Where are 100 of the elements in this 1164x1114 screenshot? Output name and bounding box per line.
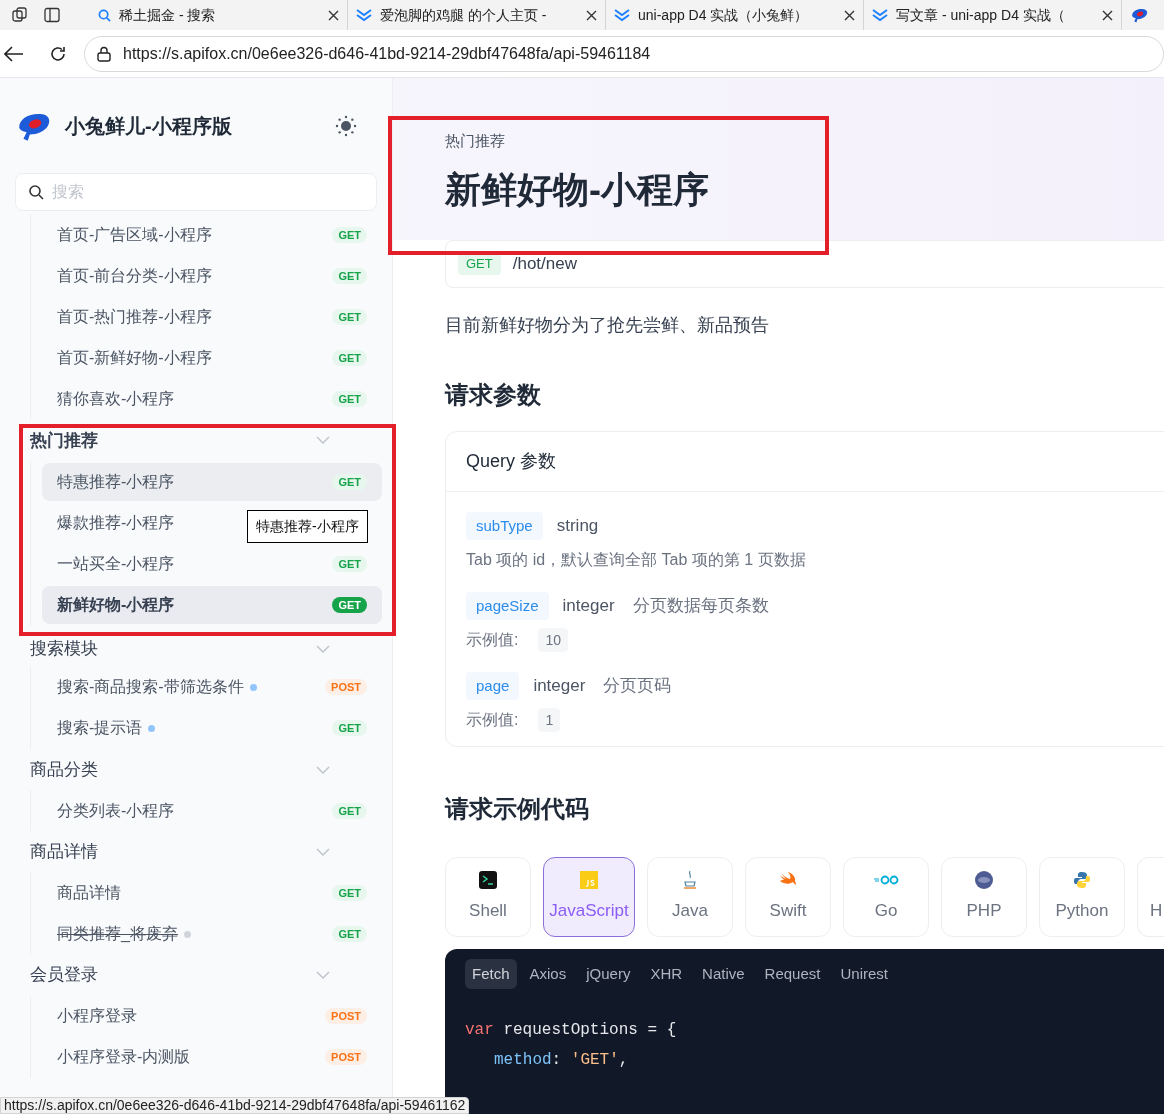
card-title: Query 参数 — [446, 432, 1164, 492]
sidebar-item[interactable]: 首页-热门推荐-小程序 — [57, 304, 212, 329]
group-label: 商品详情 — [30, 841, 98, 863]
sidebar-group[interactable]: 会员登录 — [0, 954, 392, 996]
js-logo-icon — [580, 871, 598, 890]
coffee-cup-icon — [682, 870, 698, 891]
sidebar-item[interactable]: 一站买全-小程序 — [57, 551, 175, 576]
method-badge: GET — [332, 308, 367, 325]
chevrons-logo-icon — [614, 8, 630, 22]
sidebar-group[interactable]: 商品分类 — [0, 749, 392, 791]
language-tab[interactable]: Shell — [445, 857, 531, 937]
close-icon[interactable] — [586, 9, 597, 21]
param-name: subType — [466, 512, 543, 540]
workspaces-icon[interactable] — [12, 7, 28, 23]
code-tab[interactable]: XHR — [643, 959, 690, 989]
sidebar-group[interactable]: 搜索模块 — [0, 625, 392, 667]
sun-icon[interactable] — [335, 114, 357, 137]
param-summary: 分页数据每页条数 — [632, 595, 769, 618]
param-description: Tab 项的 id，默认查询全部 Tab 项的第 1 页数据 — [466, 550, 807, 570]
close-icon[interactable] — [844, 9, 855, 21]
language-tab[interactable]: H — [1137, 857, 1164, 937]
example-value: 1 — [538, 708, 561, 732]
terminal-icon — [479, 871, 497, 890]
browser-tab[interactable]: 写文章 - uni-app D4 实战（ — [864, 0, 1122, 30]
tooltip: 特惠推荐-小程序 — [247, 510, 368, 543]
search-icon — [98, 8, 111, 22]
method-badge: GET — [332, 555, 367, 572]
back-arrow-icon[interactable] — [4, 45, 24, 62]
browser-tab[interactable]: uni-app D4 实战（小兔鲜） — [606, 0, 864, 30]
breadcrumb: 热门推荐 — [445, 131, 506, 151]
status-url: https://s.apifox.cn/0e6ee326-d646-41bd-9214-29dbf47648fa/api-59461162 — [0, 1097, 470, 1114]
code-tab[interactable]: Axios — [522, 959, 574, 989]
lock-icon — [97, 45, 111, 62]
tab-title: 写文章 - uni-app D4 实战（ — [896, 5, 1066, 25]
language-tab[interactable]: Swift — [745, 857, 831, 937]
project-title: 小兔鲜儿-小程序版 — [65, 113, 232, 139]
language-tab[interactable]: JavaScript — [543, 857, 635, 937]
address-bar[interactable]: https://s.apifox.cn/0e6ee326-d646-41bd-9214-29dbf47648fa/api-59461184 — [84, 35, 1164, 72]
sidebar-item[interactable]: 搜索-商品搜索-带筛选条件 — [57, 675, 244, 700]
search-field[interactable]: 搜索 — [15, 173, 377, 211]
browser-tab[interactable]: 稀土掘金 - 搜索 — [90, 0, 348, 30]
item-label: 新鲜好物-小程序 — [57, 595, 175, 616]
sidebar-item[interactable]: 首页-广告区域-小程序 — [57, 222, 212, 247]
group-label: 会员登录 — [30, 964, 98, 987]
method-badge: POST — [325, 679, 367, 696]
browser-tab[interactable]: 爱泡脚的鸡腿 的个人主页 - — [348, 0, 606, 30]
sidebar-item[interactable]: 商品详情 — [57, 880, 121, 905]
chevrons-logo-icon — [356, 8, 372, 22]
code-line: method: 'GET', — [493, 1050, 630, 1071]
search-input[interactable]: 搜索 — [52, 180, 364, 204]
language-tab[interactable]: Python — [1039, 857, 1125, 937]
method-badge: GET — [332, 473, 367, 490]
language-tab[interactable]: PHP — [941, 857, 1027, 937]
sidebar-item[interactable]: 首页-新鲜好物-小程序 — [57, 346, 212, 371]
method-badge: GET — [332, 884, 367, 901]
method-badge: GET — [332, 926, 367, 943]
tab-title: uni-app D4 实战（小兔鲜） — [638, 5, 810, 25]
url-text: https://s.apifox.cn/0e6ee326-d646-41bd-9214-29dbf47648fa/api-59461184 — [123, 43, 651, 64]
item-label: 特惠推荐-小程序 — [57, 471, 175, 492]
page-title: 新鲜好物-小程序 — [445, 167, 710, 212]
sidebar-item[interactable]: 同类推荐_将废弃 — [57, 922, 178, 947]
sidebar-group[interactable]: 热门推荐 — [0, 419, 392, 461]
param-summary: 分页页码 — [603, 675, 672, 698]
group-label: 热门推荐 — [30, 429, 98, 452]
code-tab[interactable]: Request — [757, 959, 828, 989]
sidebar-item[interactable]: 搜索-提示语 — [57, 716, 143, 741]
method-badge: POST — [325, 1049, 367, 1066]
method-badge: GET — [332, 267, 367, 284]
tab-title: 稀土掘金 - 搜索 — [119, 5, 217, 25]
language-tab[interactable]: Java — [647, 857, 733, 937]
sidebar-item[interactable]: 新鲜好物-小程序 GET — [42, 586, 382, 625]
code-tab[interactable]: jQuery — [579, 959, 638, 989]
example-label: 示例值: — [466, 630, 519, 650]
close-icon[interactable] — [1102, 9, 1113, 21]
sidebar-item[interactable]: 首页-前台分类-小程序 — [57, 263, 212, 288]
sidebar-item[interactable]: 分类列表-小程序 — [57, 798, 175, 823]
code-line: var requestOptions = { — [465, 1020, 678, 1041]
method-badge: GET — [458, 253, 501, 275]
language-tab[interactable]: Go — [843, 857, 929, 937]
param-type: integer — [562, 595, 615, 618]
example-value: 10 — [538, 628, 569, 652]
code-tab[interactable]: Unirest — [833, 959, 895, 989]
method-badge: GET — [332, 350, 367, 367]
close-icon[interactable] — [328, 9, 339, 21]
param-name: page — [466, 672, 520, 700]
code-tab[interactable]: Fetch — [465, 959, 517, 989]
sidebar-item[interactable]: 小程序登录-内测版 — [57, 1045, 191, 1070]
sidebar-item[interactable]: 小程序登录 — [57, 1004, 137, 1029]
sidebar-item[interactable]: 猜你喜欢-小程序 — [57, 387, 175, 412]
description: 目前新鲜好物分为了抢先尝鲜、新品预告 — [445, 314, 770, 337]
sidebar-toggle-icon[interactable] — [44, 7, 60, 23]
search-icon — [28, 184, 44, 200]
example-label: 示例值: — [466, 710, 519, 730]
code-tab[interactable]: Native — [695, 959, 752, 989]
method-badge: GET — [332, 802, 367, 819]
sidebar-group[interactable]: 商品详情 — [0, 831, 392, 873]
sidebar-item[interactable]: 爆款推荐-小程序 — [57, 510, 175, 535]
python-logo-icon — [1073, 871, 1091, 890]
sidebar-item[interactable]: 特惠推荐-小程序 GET — [42, 462, 382, 501]
param-type: integer — [533, 675, 586, 698]
